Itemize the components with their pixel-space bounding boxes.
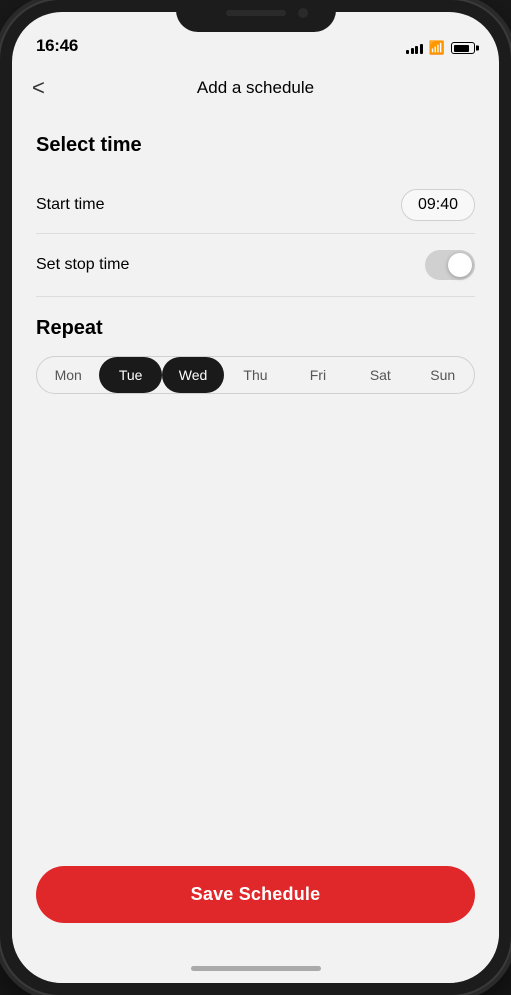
day-button-mon[interactable]: Mon (37, 357, 99, 393)
wifi-icon: 📶 (429, 40, 445, 56)
repeat-section: Repeat MonTueWedThuFriSatSun (36, 317, 475, 394)
select-time-title: Select time (36, 134, 475, 157)
bottom-bar: Save Schedule (12, 850, 499, 953)
home-bar (191, 966, 321, 971)
day-button-wed[interactable]: Wed (162, 357, 224, 393)
stop-time-row: Set stop time (36, 234, 475, 296)
start-time-row: Start time 09:40 (36, 177, 475, 233)
day-button-thu[interactable]: Thu (224, 357, 286, 393)
day-selector: MonTueWedThuFriSatSun (36, 356, 475, 394)
back-button[interactable]: < (32, 71, 53, 105)
content-area: Select time Start time 09:40 Set stop ti… (12, 114, 499, 850)
screen: 16:46 📶 < Add a schedule (12, 12, 499, 983)
camera (298, 8, 308, 18)
day-button-fri[interactable]: Fri (287, 357, 349, 393)
battery-icon (451, 42, 475, 54)
stop-time-label: Set stop time (36, 256, 129, 274)
save-schedule-button[interactable]: Save Schedule (36, 866, 475, 923)
select-time-section: Select time Start time 09:40 Set stop ti… (36, 134, 475, 297)
stop-time-toggle[interactable] (425, 250, 475, 280)
status-icons: 📶 (406, 40, 475, 56)
status-time: 16:46 (36, 36, 78, 56)
nav-header: < Add a schedule (12, 62, 499, 114)
day-button-sun[interactable]: Sun (412, 357, 474, 393)
home-indicator (12, 953, 499, 983)
signal-icon (406, 42, 423, 54)
day-button-tue[interactable]: Tue (99, 357, 161, 393)
page-title: Add a schedule (197, 78, 314, 98)
divider-2 (36, 296, 475, 297)
repeat-title: Repeat (36, 317, 475, 340)
speaker (226, 10, 286, 16)
start-time-label: Start time (36, 196, 104, 214)
phone-frame: 16:46 📶 < Add a schedule (0, 0, 511, 995)
toggle-knob (448, 253, 472, 277)
notch (176, 0, 336, 32)
day-button-sat[interactable]: Sat (349, 357, 411, 393)
start-time-value[interactable]: 09:40 (401, 189, 475, 221)
